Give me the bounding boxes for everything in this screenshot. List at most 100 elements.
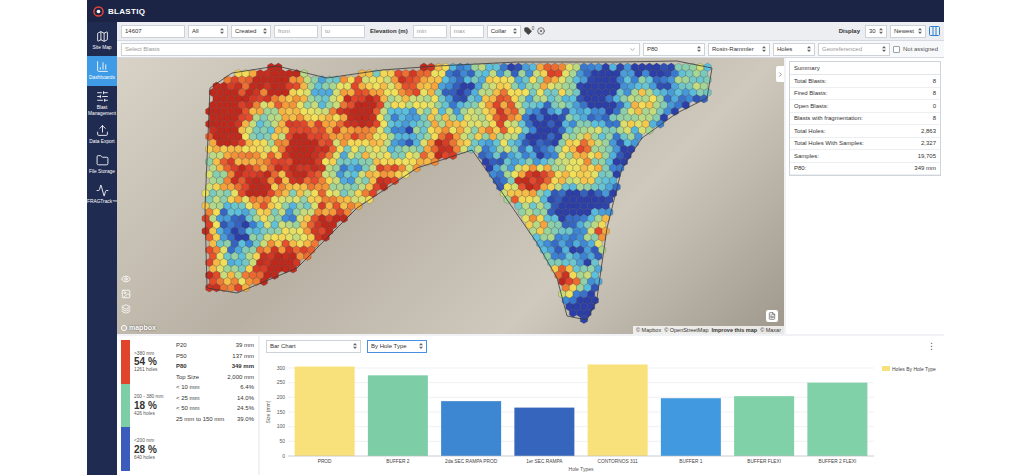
sidebar-item[interactable]: Blast Management: [87, 86, 117, 120]
tag-filter-button[interactable]: 0: [524, 27, 535, 35]
elevation-label: Elevation (m): [368, 28, 410, 34]
x-axis-title: Hole Types: [569, 466, 594, 472]
select-blasts-field[interactable]: Select Blasts: [121, 43, 640, 56]
bar[interactable]: 2da SEC RAMPA PROD: [441, 401, 501, 464]
upload-icon: [96, 124, 109, 137]
summary-row: Fired Blasts:8: [790, 88, 940, 101]
bar[interactable]: CONTORNOS 311: [588, 364, 648, 464]
chart-type-select[interactable]: Bar Chart: [266, 340, 361, 353]
summary-row: Total Blasts:8: [790, 75, 940, 88]
elevation-ref-select[interactable]: Collar: [487, 25, 521, 38]
color-scale: [121, 340, 130, 471]
stats-row: < 25 mm14.0%: [176, 393, 254, 404]
chart-legend[interactable]: Holes By Hole Type: [882, 366, 936, 372]
metric-select[interactable]: P80: [643, 43, 705, 56]
sidebar-label: Data Export: [89, 139, 114, 145]
sort-arrows-icon: [882, 46, 886, 52]
attribution-link[interactable]: © Maxar: [760, 327, 781, 333]
max-elevation-field[interactable]: max: [450, 25, 484, 38]
collapse-panel-button[interactable]: [776, 66, 784, 82]
y-tick: 300: [277, 365, 874, 371]
sidebar-item[interactable]: Data Export: [87, 120, 117, 150]
hole-cells[interactable]: [202, 63, 711, 323]
summary-row: Samples:19,705: [790, 150, 940, 163]
bar[interactable]: BUFFER 2: [368, 375, 428, 464]
sidebar-label: Dashboards: [89, 75, 115, 81]
attribution-link[interactable]: © Mapbox: [636, 327, 661, 333]
sidebar-item[interactable]: FRAGTrack™: [87, 180, 117, 210]
summary-row: Open Blasts:0: [790, 100, 940, 113]
sidebar: Site Map Dashboards Blast Management Data E…: [87, 22, 117, 475]
attribution-link[interactable]: Improve this map: [712, 327, 758, 333]
panel-layout-icon[interactable]: [929, 26, 940, 36]
sort-arrows-icon: [807, 46, 811, 52]
from-date-field[interactable]: from: [274, 25, 318, 38]
sidebar-label: Site Map: [93, 45, 112, 51]
summary-row: Blasts with fragmentation:8: [790, 113, 940, 126]
sidebar-item[interactable]: File Storage: [87, 150, 117, 180]
checkbox-box[interactable]: [893, 46, 900, 53]
not-assigned-checkbox[interactable]: Not assigned: [893, 46, 940, 53]
document-icon: [768, 312, 776, 320]
svg-text:200: 200: [277, 394, 286, 400]
svg-text:250: 250: [277, 379, 286, 385]
export-map-button[interactable]: [766, 310, 778, 322]
clear-filters-button[interactable]: [537, 27, 545, 35]
attribution-link[interactable]: © OpenStreetMap: [664, 327, 708, 333]
app-shell: BLASTIQ Site Map Dashboards Blast Managemen…: [87, 0, 944, 475]
bar-chart: 050100150200250300Size (mm)PRODBUFFER 22…: [262, 356, 942, 472]
to-date-field[interactable]: to: [321, 25, 365, 38]
legend-groups: >380 mm54 %1261 holes200 - 380 mm18 %426…: [134, 340, 168, 471]
svg-text:Holes By Hole Type: Holes By Hole Type: [892, 366, 936, 372]
stats-row: < 10 mm6.4%: [176, 382, 254, 393]
svg-text:CONTORNOS 311: CONTORNOS 311: [598, 459, 638, 464]
scope-select[interactable]: All: [188, 25, 228, 38]
chart-header: Bar Chart By Hole Type ⋮: [260, 336, 944, 356]
sidebar-label: Blast Management: [88, 105, 116, 116]
blast-search-field[interactable]: 14607: [121, 25, 185, 38]
level-select[interactable]: Holes: [773, 43, 815, 56]
sort-arrows-icon: [513, 28, 517, 34]
sidebar-label: File Storage: [89, 169, 115, 175]
sort-arrows-icon: [918, 28, 922, 34]
stats-row: P2039 mm: [176, 340, 254, 351]
legend-group: >380 mm54 %1261 holes: [134, 340, 168, 384]
y-tick: 250: [277, 379, 874, 385]
stats-row: Top Size2,000 mm: [176, 372, 254, 383]
logo-text[interactable]: BLASTIQ: [108, 7, 145, 16]
georeferenced-select: Georeferenced: [818, 43, 890, 56]
svg-text:100: 100: [277, 423, 286, 429]
tag-icon: [524, 27, 532, 35]
waveform-icon: [96, 184, 109, 197]
map[interactable]: mapbox© Mapbox© OpenStreetMapImprove thi…: [117, 58, 784, 334]
chart-panel: Bar ChartBy Hole Type⋮050100150200250300…: [260, 336, 944, 475]
sort-select[interactable]: Newest: [890, 25, 926, 38]
group-by-select[interactable]: By Hole Type: [367, 340, 427, 353]
page-size-select[interactable]: 30: [865, 25, 887, 38]
sidebar-item[interactable]: Dashboards: [87, 56, 117, 86]
model-select[interactable]: Rosin-Rammler: [708, 43, 770, 56]
map-icon: [96, 30, 109, 43]
sort-arrows-icon: [263, 28, 267, 34]
chart-menu-button[interactable]: ⋮: [925, 341, 938, 351]
eye-icon[interactable]: [121, 274, 131, 284]
bar[interactable]: 1er SEC RAMPA: [514, 408, 574, 464]
stats-row: P50137 mm: [176, 351, 254, 362]
layers-icon[interactable]: [121, 304, 131, 314]
tag-count: 0: [532, 27, 535, 32]
bar[interactable]: BUFFER FLEXI: [734, 396, 794, 464]
summary-row: P80:349 mm: [790, 163, 940, 176]
min-elevation-field[interactable]: min: [413, 25, 447, 38]
bar[interactable]: PROD: [295, 367, 355, 464]
sidebar-item[interactable]: Site Map: [87, 26, 117, 56]
sliders-icon: [96, 90, 109, 103]
basemap-icon[interactable]: [121, 289, 131, 299]
bar[interactable]: BUFFER 1: [661, 398, 721, 464]
bar[interactable]: BUFFER 2 FLEXI: [807, 383, 867, 464]
legend-group: 200 - 380 mm18 %426 holes: [134, 384, 168, 428]
analysis-row: >380 mm54 %1261 holes200 - 380 mm18 %426…: [117, 334, 944, 475]
date-field-select[interactable]: Created: [231, 25, 271, 38]
fragmentation-heatmap[interactable]: [117, 58, 784, 334]
color-scale-segment: [121, 384, 130, 428]
svg-text:0: 0: [282, 453, 285, 459]
